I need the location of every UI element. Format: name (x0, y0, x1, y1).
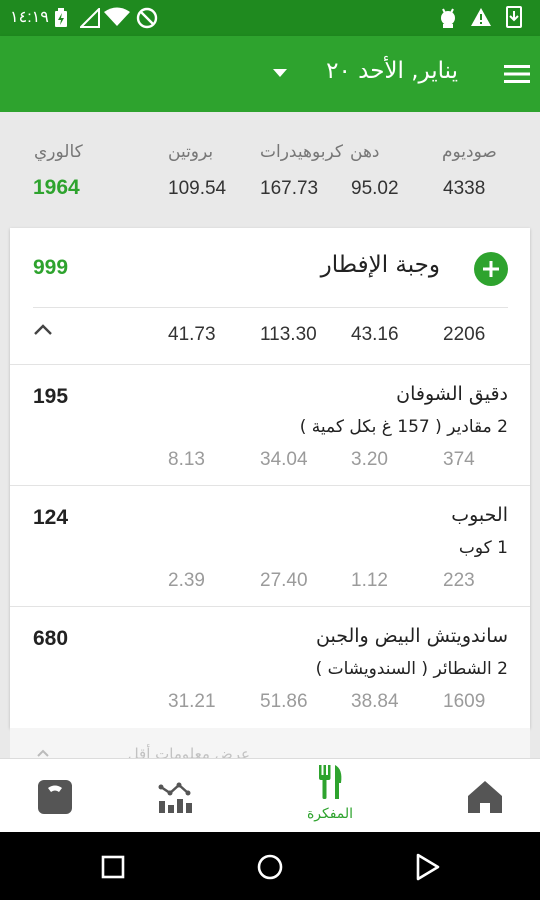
food-item-calories: 195 (33, 385, 69, 408)
status-bar: ١٤:١٩ (0, 0, 540, 36)
food-item-protein: 2.39 (168, 570, 205, 591)
status-time: ١٤:١٩ (10, 9, 49, 26)
collapse-button[interactable] (32, 322, 54, 338)
food-item-fat: 3.20 (351, 449, 388, 470)
food-item-name: الحبوب (451, 504, 508, 526)
page-title: يناير, الأحد ٢٠ (326, 58, 458, 84)
food-item-carbs: 51.86 (260, 691, 308, 712)
battery-charging-icon (55, 8, 67, 27)
food-item-sodium: 374 (443, 449, 475, 470)
fat-label: دهن (350, 142, 380, 162)
food-item-name-wrap: دقيق الشوفان (210, 383, 508, 405)
protein-label: بروتين (168, 142, 214, 162)
show-less-wrap: عرض معلومات أقل (70, 744, 250, 758)
chart-icon (158, 782, 192, 813)
food-item-carbs: 27.40 (260, 570, 308, 591)
meal-protein-total: 41.73 (168, 324, 216, 345)
food-item-sodium: 1609 (443, 691, 486, 712)
food-item-carbs: 34.04 (260, 449, 308, 470)
fork-knife-icon (319, 765, 342, 799)
food-item-fat: 38.84 (351, 691, 399, 712)
recents-button[interactable] (96, 850, 130, 884)
nav-item-label-wrap: المفكرة (290, 803, 370, 822)
back-button[interactable] (410, 850, 444, 884)
food-item-serving-wrap: 2 الشطائر ( السندويشات ) (160, 659, 508, 679)
nav-item-label: المفكرة (306, 806, 354, 822)
nav-item-diary[interactable]: المفكرة (290, 759, 370, 833)
meal-title: وجبة الإفطار (320, 252, 440, 278)
fat-value: 95.02 (351, 178, 399, 199)
menu-icon (504, 65, 530, 83)
food-item-sodium: 223 (443, 570, 475, 591)
food-item[interactable]: 124 الحبوب 1 كوب 2.39 27.40 1.12 223 (10, 486, 530, 606)
meal-fat-total: 43.16 (351, 324, 399, 345)
do-not-disturb-icon (136, 7, 158, 29)
calories-label: كالوري (34, 142, 83, 162)
daily-summary: كالوري 1964 بروتين 109.54 كربوهيدرات 167… (0, 112, 540, 228)
home-icon (468, 781, 502, 813)
home-button[interactable] (253, 850, 287, 884)
nav-item-reports[interactable] (135, 759, 215, 833)
scale-icon (38, 780, 72, 814)
sodium-value: 4338 (443, 178, 486, 199)
nav-item-weight[interactable] (15, 759, 95, 833)
food-item[interactable]: 680 ساندويتش البيض والجبن 2 الشطائر ( ال… (10, 607, 530, 727)
nav-item-home[interactable] (445, 759, 525, 833)
food-item-name: دقيق الشوفان (396, 383, 508, 405)
android-icon (441, 8, 455, 28)
food-item-serving-wrap: 1 كوب (160, 538, 508, 558)
chevron-up-icon (37, 749, 49, 757)
food-item-serving-wrap: 2 مقادير ( 157 غ بكل كمية ) (160, 417, 508, 437)
food-item-name-wrap: الحبوب (210, 504, 508, 526)
plus-icon (483, 261, 499, 277)
protein-value: 109.54 (168, 178, 227, 199)
meal-sodium-total: 2206 (443, 324, 486, 345)
show-less-row[interactable]: عرض معلومات أقل (10, 728, 530, 758)
carbs-value: 167.73 (260, 178, 319, 199)
add-food-button[interactable] (474, 252, 508, 286)
food-item[interactable]: 195 دقيق الشوفان 2 مقادير ( 157 غ بكل كم… (10, 365, 530, 485)
no-signal-icon (80, 8, 100, 28)
show-less-label: عرض معلومات أقل (127, 745, 250, 758)
meal-calories: 999 (33, 256, 69, 279)
food-item-protein: 31.21 (168, 691, 216, 712)
sodium-label: صوديوم (442, 142, 497, 162)
wifi-icon (104, 7, 130, 26)
triangle-icon (416, 853, 440, 881)
warning-icon (471, 8, 491, 26)
menu-button[interactable] (504, 64, 530, 84)
circle-icon (257, 854, 283, 880)
date-selector[interactable]: يناير, الأحد ٢٠ (298, 58, 458, 92)
system-navigation-bar (0, 832, 540, 900)
meal-card: 999 وجبة الإفطار 41.73 113.30 43.16 2206… (10, 228, 530, 728)
food-item-serving: 2 الشطائر ( السندويشات ) (315, 659, 508, 679)
food-item-calories: 680 (33, 627, 69, 650)
download-icon (506, 6, 522, 28)
carbs-label: كربوهيدرات (260, 142, 343, 162)
chevron-up-icon (34, 324, 52, 335)
dropdown-arrow-icon[interactable] (273, 69, 287, 77)
food-item-name-wrap: ساندويتش البيض والجبن (210, 625, 508, 647)
food-item-protein: 8.13 (168, 449, 205, 470)
bottom-navigation: المفكرة (0, 758, 540, 832)
food-item-calories: 124 (33, 506, 69, 529)
food-item-fat: 1.12 (351, 570, 388, 591)
food-item-name: ساندويتش البيض والجبن (316, 625, 508, 647)
divider (33, 307, 508, 308)
calories-value: 1964 (33, 176, 80, 199)
food-item-serving: 2 مقادير ( 157 غ بكل كمية ) (299, 417, 508, 437)
meal-title-wrap: وجبة الإفطار (250, 252, 440, 278)
food-item-serving: 1 كوب (458, 538, 508, 558)
meal-carbs-total: 113.30 (260, 324, 317, 345)
square-icon (101, 855, 125, 879)
app-bar: يناير, الأحد ٢٠ (0, 36, 540, 112)
